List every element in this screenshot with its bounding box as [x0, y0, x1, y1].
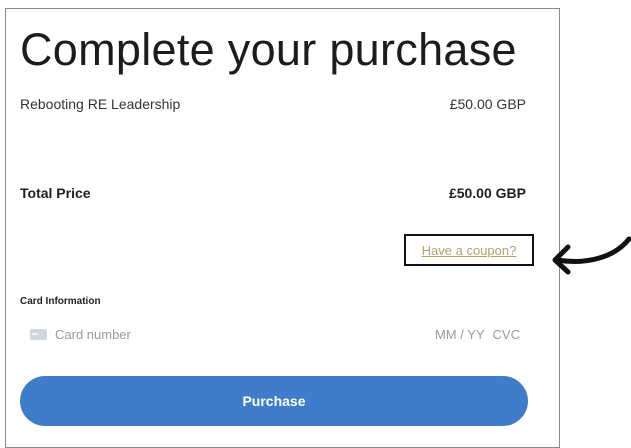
- line-item: Rebooting RE Leadership £50.00 GBP: [20, 96, 526, 112]
- card-number-input[interactable]: Card number: [55, 327, 435, 342]
- total-row: Total Price £50.00 GBP: [20, 185, 526, 201]
- credit-card-icon: [30, 328, 47, 340]
- total-price: £50.00 GBP: [448, 185, 526, 201]
- total-label: Total Price: [20, 185, 91, 201]
- line-item-name: Rebooting RE Leadership: [20, 96, 181, 112]
- card-information-label: Card Information: [20, 296, 101, 307]
- have-a-coupon-link[interactable]: Have a coupon?: [422, 243, 517, 258]
- page-title: Complete your purchase: [20, 24, 517, 75]
- checkout-panel: Complete your purchase Rebooting RE Lead…: [5, 8, 560, 448]
- card-input-field[interactable]: Card number MM / YY CVC: [20, 314, 530, 354]
- card-cvc-input[interactable]: CVC: [493, 327, 520, 342]
- card-expiry-input[interactable]: MM / YY: [435, 327, 485, 342]
- coupon-highlight-box: Have a coupon?: [404, 234, 534, 266]
- line-item-price: £50.00 GBP: [449, 96, 526, 112]
- purchase-button[interactable]: Purchase: [20, 376, 528, 426]
- curved-arrow-annotation: [552, 236, 631, 275]
